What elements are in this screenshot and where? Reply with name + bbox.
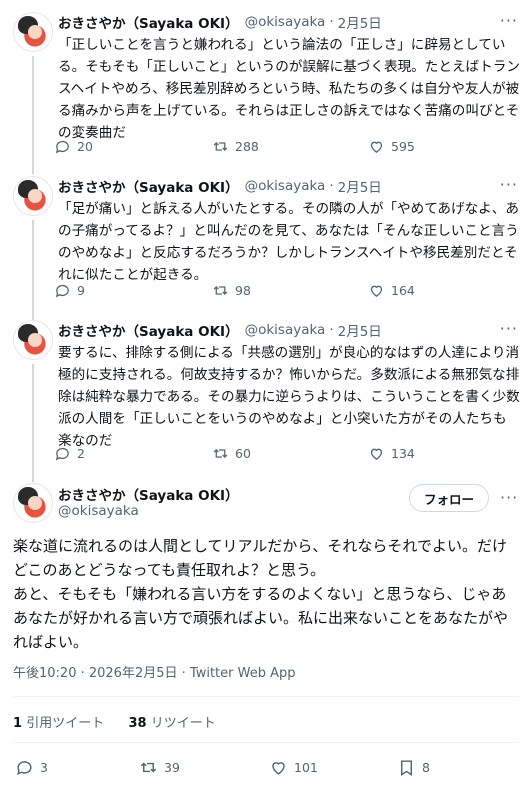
user-handle[interactable]: @okisayaka — [245, 14, 326, 30]
avatar[interactable] — [13, 176, 53, 216]
more-icon[interactable]: ··· — [500, 13, 518, 29]
quote-tweets-link[interactable]: 1 引用ツイート — [13, 716, 104, 731]
main-tweet-text-content: 楽な道に流れるのは人間としてリアルだから、それならそれでよい。だけどこのあとどう… — [13, 537, 509, 651]
retweet-count: 39 — [164, 760, 180, 775]
reply-button[interactable]: 20 — [54, 138, 93, 155]
tweet-timestamp: 午後10:20 · 2026年2月5日 · Twitter Web App — [13, 662, 296, 681]
more-icon[interactable]: ··· — [500, 488, 518, 507]
tweet-date[interactable]: 2月5日 — [338, 320, 382, 340]
tweet-actions: 2 60 134 — [52, 445, 492, 469]
like-button[interactable]: 595 — [368, 138, 415, 155]
like-count: 134 — [391, 446, 415, 461]
reply-button[interactable]: 2 — [54, 445, 85, 462]
retweet-icon — [213, 286, 228, 295]
tweet-header: おきさやか（Sayaka OKI） @okisayaka · 2月5日 — [58, 175, 382, 197]
retweet-button[interactable]: 98 — [212, 282, 251, 299]
thread-line — [32, 220, 34, 320]
reply-count: 3 — [40, 760, 48, 775]
tweet-date[interactable]: 2月5日 — [338, 176, 382, 196]
bookmark-icon — [401, 760, 412, 776]
divider — [13, 742, 519, 743]
retweet-icon — [213, 449, 228, 458]
retweet-count: 98 — [235, 283, 251, 298]
reply-count: 9 — [77, 283, 85, 298]
user-handle[interactable]: @okisayaka — [245, 178, 326, 194]
like-icon — [370, 285, 383, 297]
retweet-count: 288 — [235, 139, 259, 154]
retweet-count: 60 — [235, 446, 251, 461]
avatar[interactable] — [13, 12, 53, 52]
more-icon[interactable]: ··· — [500, 177, 518, 193]
avatar[interactable] — [13, 483, 53, 523]
separator-dot: · — [329, 14, 334, 30]
tweet-time[interactable]: 午後10:20 · 2026年2月5日 — [13, 666, 178, 681]
like-icon — [370, 448, 383, 460]
tweet-date[interactable]: 2月5日 — [338, 12, 382, 32]
retweet-icon — [213, 142, 228, 151]
retweet-button[interactable]: 60 — [212, 445, 251, 462]
reply-icon — [17, 761, 32, 776]
like-count: 595 — [391, 139, 415, 154]
retweet-button[interactable]: 39 — [139, 758, 180, 777]
like-button[interactable]: 134 — [368, 445, 415, 462]
tweet-text: 要するに、排除する側による「共感の選別」が良心的なはずの人達により消極的に支持さ… — [58, 345, 520, 449]
like-count: 101 — [294, 760, 318, 775]
like-button[interactable]: 164 — [368, 282, 415, 299]
like-icon — [370, 141, 383, 153]
tweet-client[interactable]: Twitter Web App — [190, 666, 296, 681]
retweet-icon — [140, 762, 157, 773]
like-button[interactable]: 101 — [269, 758, 318, 777]
display-name[interactable]: おきさやか（Sayaka OKI） — [58, 320, 239, 340]
retweet-total: 38 — [128, 716, 147, 731]
tweet-actions: 20 288 595 — [52, 138, 492, 162]
reply-button[interactable]: 9 — [54, 282, 85, 299]
reply-icon — [55, 284, 69, 298]
like-count: 164 — [391, 283, 415, 298]
display-name[interactable]: おきさやか（Sayaka OKI） — [58, 484, 239, 504]
main-tweet-text: 楽な道に流れるのは人間としてリアルだから、それならそれでよい。だけどこのあとどう… — [13, 534, 519, 654]
reply-icon — [55, 447, 69, 461]
tweet-text: 「正しいことを言うと嫌われる」という論法の「正しさ」に辟易としている。そもそも「… — [58, 37, 520, 141]
thread-line — [32, 56, 34, 174]
tweet-header: おきさやか（Sayaka OKI） @okisayaka · 2月5日 — [58, 319, 382, 341]
tweet-stats: 1 引用ツイート 38 リツイート — [13, 712, 216, 731]
reply-count: 2 — [77, 446, 85, 461]
user-handle[interactable]: @okisayaka — [245, 322, 326, 338]
reply-count: 20 — [77, 139, 93, 154]
separator-dot: · — [329, 178, 334, 194]
thread-line — [32, 364, 34, 482]
bookmark-button[interactable]: 8 — [397, 758, 430, 777]
avatar[interactable] — [13, 320, 53, 360]
main-tweet-actions: 3 39 101 8 — [13, 758, 519, 778]
follow-button[interactable]: フォロー — [409, 484, 489, 512]
separator-dot: · — [329, 322, 334, 338]
quote-label: 引用ツイート — [26, 716, 105, 731]
reply-icon — [55, 140, 69, 154]
quote-count: 1 — [13, 716, 23, 731]
display-name[interactable]: おきさやか（Sayaka OKI） — [58, 12, 239, 32]
tweet-actions: 9 98 164 — [52, 282, 492, 306]
retweet-label: リツイート — [150, 716, 216, 731]
tweet-header: おきさやか（Sayaka OKI） @okisayaka · 2月5日 — [58, 11, 382, 33]
separator-dot: · — [181, 666, 186, 681]
like-icon — [272, 762, 285, 775]
user-handle[interactable]: @okisayaka — [58, 503, 139, 519]
display-name[interactable]: おきさやか（Sayaka OKI） — [58, 176, 239, 196]
retweet-button[interactable]: 288 — [212, 138, 259, 155]
divider — [13, 696, 519, 697]
reply-button[interactable]: 3 — [15, 758, 48, 777]
more-icon[interactable]: ··· — [500, 321, 518, 337]
retweets-link[interactable]: 38 リツイート — [128, 716, 215, 731]
bookmark-count: 8 — [422, 760, 430, 775]
tweet-text: 「足が痛い」と訴える人がいたとする。その隣の人が「やめてあげなよ、あの子痛がって… — [58, 201, 519, 283]
